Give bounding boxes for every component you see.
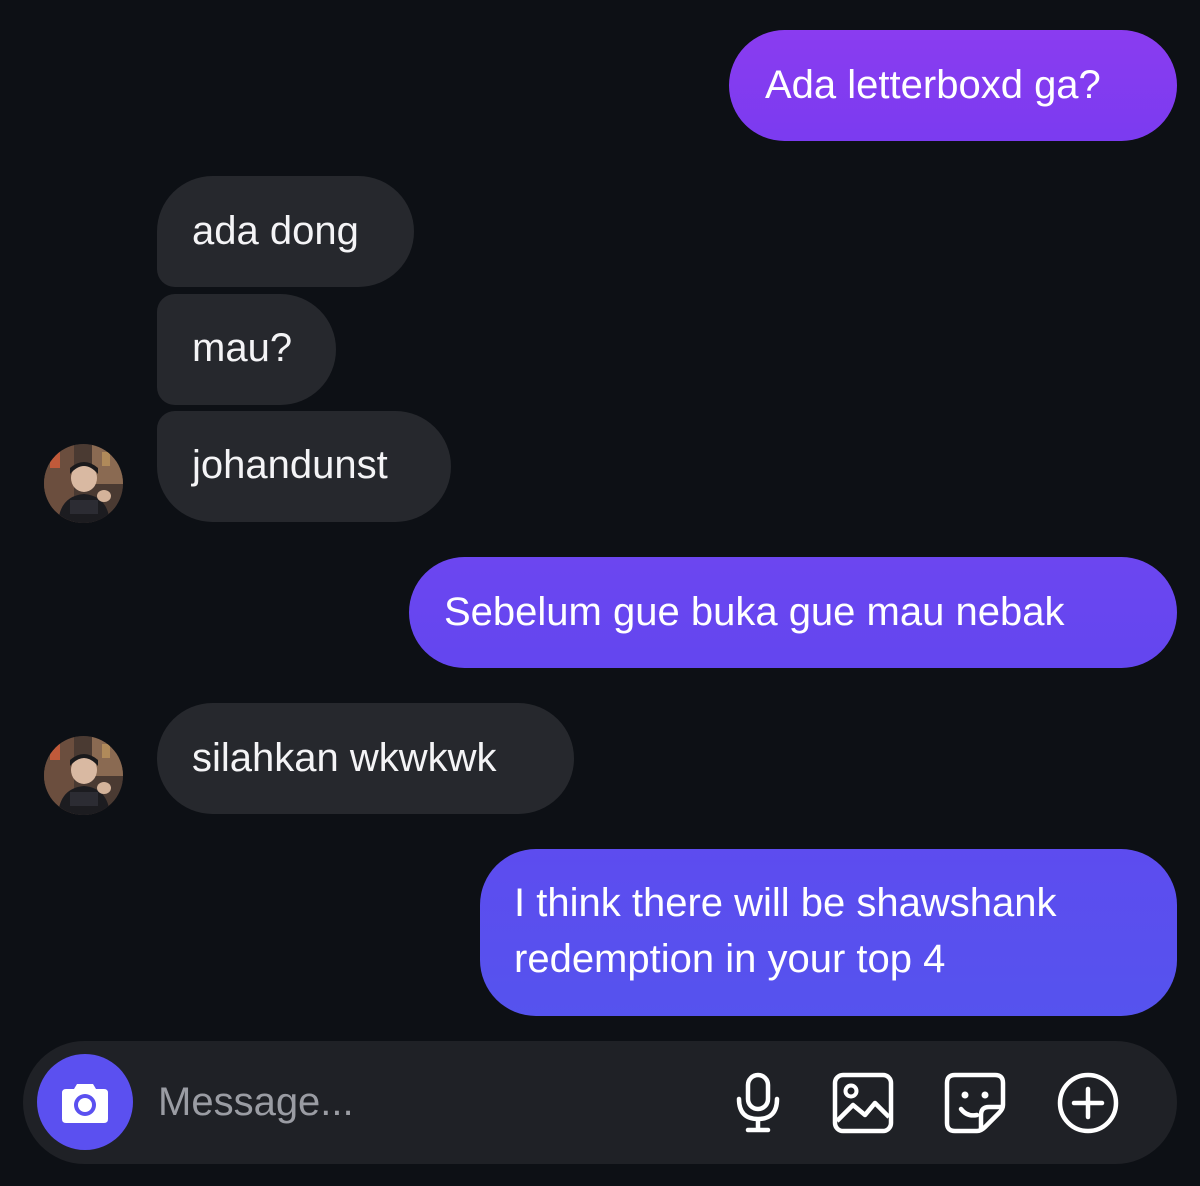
sticker-button[interactable] [943, 1071, 1007, 1135]
incoming-message-bubble[interactable]: ada dong [157, 176, 414, 287]
message-line: redemption in your top 4 [514, 937, 946, 981]
sticker-icon [944, 1072, 1006, 1134]
incoming-message-bubble[interactable]: silahkan wkwkwk [157, 703, 574, 814]
gallery-icon [832, 1072, 894, 1134]
avatar[interactable] [44, 736, 123, 815]
camera-button[interactable] [37, 1054, 133, 1150]
avatar[interactable] [44, 444, 123, 523]
microphone-icon [736, 1072, 780, 1133]
message-input[interactable] [158, 1074, 698, 1130]
avatar-photo [44, 736, 123, 815]
outgoing-message-bubble[interactable]: Sebelum gue buka gue mau nebak [409, 557, 1177, 668]
message-composer [23, 1041, 1177, 1164]
more-options-button[interactable] [1056, 1071, 1120, 1135]
outgoing-message-bubble[interactable]: I think there will be shawshank redempti… [480, 849, 1177, 1016]
incoming-message-bubble[interactable]: mau? [157, 294, 336, 405]
gallery-button[interactable] [831, 1071, 895, 1135]
outgoing-message-bubble[interactable]: Ada letterboxd ga? [729, 30, 1177, 141]
message-line: I think there will be shawshank [514, 881, 1057, 925]
incoming-message-bubble[interactable]: johandunst [157, 411, 451, 522]
plus-circle-icon [1057, 1072, 1119, 1134]
avatar-photo [44, 444, 123, 523]
camera-icon [62, 1084, 108, 1123]
microphone-button[interactable] [726, 1071, 790, 1135]
dm-thread-screen: Ada letterboxd ga? ada dong mau? johandu… [0, 0, 1200, 1186]
